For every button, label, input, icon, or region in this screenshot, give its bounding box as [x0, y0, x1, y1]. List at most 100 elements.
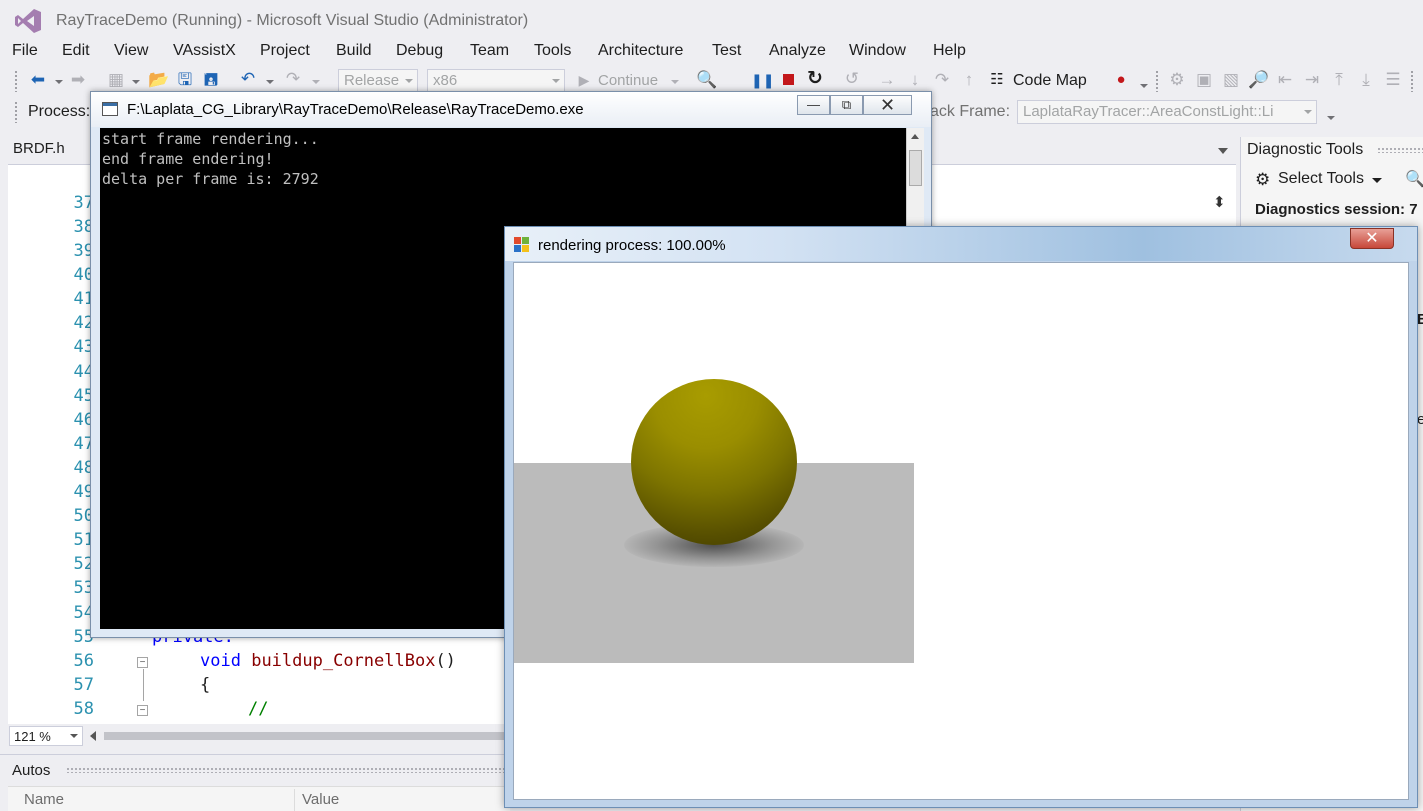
continue-icon[interactable]: ▶: [574, 70, 594, 90]
menu-file[interactable]: File: [12, 42, 38, 60]
menu-test[interactable]: Test: [712, 42, 741, 60]
bookmark-prev-icon[interactable]: ▣: [1194, 70, 1214, 90]
redo-icon[interactable]: ↷: [283, 69, 303, 89]
menu-team[interactable]: Team: [470, 42, 509, 60]
scrollbar-thumb[interactable]: [104, 732, 504, 740]
code-map-icon[interactable]: ☷: [987, 70, 1007, 90]
stop-debugging-icon[interactable]: [778, 70, 798, 90]
break-all-icon[interactable]: ❚❚: [751, 70, 774, 90]
step-over-arc-icon[interactable]: ↷: [932, 70, 952, 90]
menu-window[interactable]: Window: [849, 42, 906, 60]
zoom-select[interactable]: 121 %: [9, 726, 83, 746]
console-line: delta per frame is: 2792: [102, 170, 319, 188]
console-line: end frame endering!: [102, 150, 274, 168]
console-title-bar[interactable]: F:\Laplata_CG_Library\RayTraceDemo\Relea…: [91, 92, 931, 127]
continue-dropdown-icon[interactable]: [671, 80, 679, 84]
scrollbar-thumb[interactable]: [909, 150, 922, 186]
menu-edit[interactable]: Edit: [62, 42, 90, 60]
column-name-header[interactable]: Name: [24, 791, 64, 808]
split-window-icon[interactable]: ⬍: [1213, 193, 1226, 211]
toolbar-grip[interactable]: [14, 70, 18, 92]
find-in-files-icon[interactable]: 🔍: [696, 70, 717, 90]
bookmark-next-icon[interactable]: ▧: [1221, 70, 1241, 90]
column-divider[interactable]: [294, 789, 295, 811]
find-symbol-icon[interactable]: 🔎: [1248, 70, 1269, 90]
code-line-56: void buildup_CornellBox(): [200, 651, 456, 671]
menu-view[interactable]: View: [114, 42, 148, 60]
toolbar-grip[interactable]: [14, 101, 18, 123]
save-icon[interactable]: 🖫: [175, 70, 195, 90]
collapse-toggle-icon[interactable]: −: [137, 705, 148, 716]
undo-dropdown-icon[interactable]: [266, 80, 274, 84]
refactor-icon[interactable]: ⤓: [1356, 70, 1376, 90]
autos-column-header: Name Value: [8, 786, 510, 811]
tab-brdf-h[interactable]: BRDF.h: [13, 140, 65, 157]
minimize-button[interactable]: —: [797, 95, 830, 115]
gear-icon: ⚙: [1255, 170, 1271, 189]
column-value-header[interactable]: Value: [302, 791, 339, 808]
menu-analyze[interactable]: Analyze: [769, 42, 826, 60]
console-app-icon[interactable]: [102, 102, 118, 116]
bookmark-icon[interactable]: ⚙: [1167, 70, 1187, 90]
go-back-icon[interactable]: ⇤: [1275, 70, 1295, 90]
save-all-icon[interactable]: 🖪: [201, 70, 221, 90]
navigate-forward-icon[interactable]: ➡: [68, 70, 88, 90]
toolbar-grip[interactable]: [1155, 70, 1159, 92]
stack-frame-select[interactable]: LaplataRayTracer::AreaConstLight::Li: [1017, 100, 1317, 124]
back-dropdown-icon[interactable]: [55, 80, 63, 84]
menu-debug[interactable]: Debug: [396, 42, 443, 60]
tab-overflow-icon[interactable]: [1218, 148, 1228, 154]
zoom-in-icon[interactable]: 🔍: [1405, 169, 1423, 189]
platform-select[interactable]: x86: [427, 69, 565, 93]
scroll-left-icon[interactable]: [90, 731, 96, 741]
select-tools-button[interactable]: Select Tools: [1278, 170, 1364, 188]
show-next-statement-icon[interactable]: ↺: [842, 69, 862, 89]
breakpoint-dropdown-icon[interactable]: [1140, 84, 1148, 88]
horizontal-scrollbar[interactable]: [86, 727, 506, 745]
maximize-button[interactable]: ⧉: [830, 95, 863, 115]
continue-button[interactable]: Continue: [598, 72, 658, 89]
step-out-icon[interactable]: ↑: [959, 70, 979, 90]
scroll-up-icon[interactable]: [911, 134, 919, 139]
app-icon[interactable]: [513, 236, 530, 253]
render-title-bar[interactable]: rendering process: 100.00% ✕: [505, 227, 1417, 261]
toolbar-options-icon[interactable]: [1327, 116, 1335, 120]
toolbar-grip[interactable]: [1410, 70, 1414, 92]
navigate-back-icon[interactable]: ⬅: [28, 70, 48, 90]
menu-help[interactable]: Help: [933, 42, 966, 60]
window-title: RayTraceDemo (Running) - Microsoft Visua…: [56, 12, 529, 29]
go-forward-icon[interactable]: ⇥: [1302, 70, 1322, 90]
panel-grip[interactable]: [1377, 147, 1423, 153]
console-title: F:\Laplata_CG_Library\RayTraceDemo\Relea…: [127, 101, 584, 118]
menu-project[interactable]: Project: [260, 42, 310, 60]
new-project-dropdown-icon[interactable]: [132, 80, 140, 84]
close-button[interactable]: ✕: [1350, 228, 1394, 249]
step-into-icon[interactable]: →: [877, 70, 897, 90]
close-button[interactable]: ✕: [863, 95, 912, 115]
new-project-icon[interactable]: ▦: [106, 70, 126, 90]
outline-icon[interactable]: ⤒: [1329, 70, 1349, 90]
collapse-toggle-icon[interactable]: −: [137, 657, 148, 668]
configuration-select[interactable]: Release: [338, 69, 418, 93]
autos-panel: Autos Name Value: [0, 754, 510, 811]
line-number: 56: [73, 651, 94, 671]
panel-grip[interactable]: [66, 767, 506, 773]
code-map-button[interactable]: Code Map: [1013, 72, 1087, 90]
diagnostic-tools-title: Diagnostic Tools: [1247, 141, 1364, 158]
restart-icon[interactable]: ↻: [805, 69, 825, 89]
menu-vassistx[interactable]: VAssistX: [173, 42, 236, 60]
menu-tools[interactable]: Tools: [534, 42, 571, 60]
rendered-sphere: [631, 379, 797, 545]
menu-build[interactable]: Build: [336, 42, 372, 60]
diagnostics-session-label: Diagnostics session: 7: [1255, 201, 1418, 218]
undo-icon[interactable]: ↶: [238, 69, 258, 89]
stack-frame-value: LaplataRayTracer::AreaConstLight::Li: [1023, 103, 1274, 120]
redo-dropdown-icon[interactable]: [312, 80, 320, 84]
menu-architecture[interactable]: Architecture: [598, 42, 683, 60]
comment-icon[interactable]: ☰: [1383, 70, 1403, 90]
step-over-icon[interactable]: ↓: [905, 70, 925, 90]
rendered-image: [513, 262, 1409, 800]
render-window[interactable]: rendering process: 100.00% ✕: [504, 226, 1418, 808]
toggle-breakpoint-icon[interactable]: ●: [1111, 70, 1131, 90]
open-file-icon[interactable]: 📂: [148, 70, 169, 90]
